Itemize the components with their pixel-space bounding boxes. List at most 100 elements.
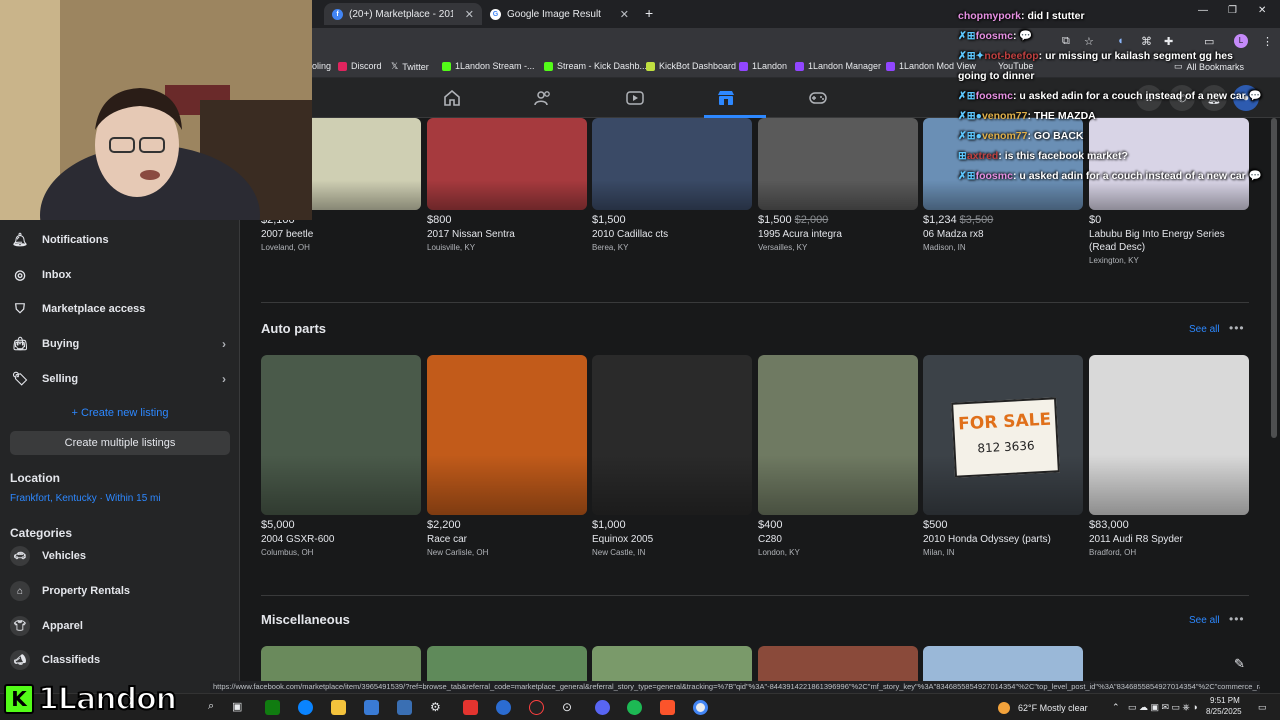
edge-icon[interactable] — [298, 700, 313, 715]
sidebar-item-inbox[interactable]: ◎ Inbox — [10, 260, 230, 290]
listing-card[interactable]: $1,000 Equinox 2005 New Castle, IN — [592, 355, 752, 557]
megaphone-icon: 📣︎ — [10, 650, 30, 670]
listing-card[interactable]: $800 2017 Nissan Sentra Louisville, KY — [427, 118, 587, 252]
listing-current-price: $0 — [1089, 214, 1102, 226]
tag-icon: 🏷︎ — [11, 371, 29, 386]
compose-icon[interactable]: ✎ — [1234, 656, 1252, 674]
listing-photo[interactable] — [758, 355, 918, 515]
task-view-icon[interactable]: ▣ — [232, 700, 247, 715]
brave-icon[interactable] — [660, 700, 675, 715]
listing-photo[interactable] — [1089, 355, 1249, 515]
sidebar-item-label: Marketplace access — [42, 303, 146, 315]
sidebar-item-selling[interactable]: 🏷︎ Selling › — [10, 364, 230, 394]
obs-icon[interactable] — [529, 700, 544, 715]
search-icon[interactable]: ⌕ — [208, 700, 223, 715]
close-tab-icon[interactable]: ✕ — [465, 8, 474, 21]
listing-photo[interactable] — [427, 646, 587, 686]
listing-photo[interactable] — [427, 355, 587, 515]
see-all-misc-link[interactable]: See all — [1189, 615, 1220, 626]
tray-chevron-icon[interactable]: ⌃ — [1112, 702, 1120, 713]
more-options-icon[interactable]: ••• — [1229, 321, 1245, 335]
bookmark-item[interactable]: 1Landon Manager — [795, 61, 881, 71]
location-filter-link[interactable]: Frankfort, Kentucky · Within 15 mi — [10, 493, 161, 504]
listing-title: 06 Madza rx8 — [923, 229, 984, 240]
bookmark-label: 1Landon Manager — [808, 61, 882, 71]
bookmark-item[interactable]: KickBot Dashboard — [646, 61, 736, 71]
page-scrollbar[interactable] — [1271, 118, 1277, 438]
listing-current-price: $1,000 — [592, 519, 626, 531]
more-options-icon[interactable]: ••• — [1229, 612, 1245, 626]
listing-card[interactable]: $83,000 2011 Audi R8 Spyder Bradford, OH — [1089, 355, 1249, 557]
create-new-listing-link[interactable]: + Create new listing — [10, 407, 230, 419]
sidebar-item-buying[interactable]: 👜︎ Buying › — [10, 329, 230, 359]
discord-icon[interactable] — [595, 700, 610, 715]
listing-photo[interactable] — [592, 118, 752, 210]
listing-card[interactable]: $1,500 2010 Cadillac cts Berea, KY — [592, 118, 752, 252]
bookmark-item[interactable]: oling — [312, 61, 331, 71]
new-tab-button[interactable]: + — [645, 5, 653, 21]
listing-photo[interactable] — [592, 646, 752, 686]
app-icon[interactable] — [496, 700, 511, 715]
bookmark-label: Discord — [351, 61, 382, 71]
gaming-icon[interactable] — [809, 90, 827, 106]
listing-photo[interactable] — [261, 355, 421, 515]
bookmark-item[interactable]: Stream - Kick Dashb... — [544, 61, 647, 71]
listing-photo[interactable] — [758, 118, 918, 210]
store-icon[interactable] — [364, 700, 379, 715]
tray-icons[interactable]: ▭ ☁ ▣ ✉ ▭ ⎈ ◑ — [1128, 702, 1198, 713]
clock-time[interactable]: 9:51 PM — [1210, 696, 1240, 705]
file-explorer-icon[interactable] — [331, 700, 346, 715]
create-multiple-listings-button[interactable]: Create multiple listings — [10, 431, 230, 455]
link-hover-status-bar: https://www.facebook.com/marketplace/ite… — [210, 681, 1260, 693]
category-apparel[interactable]: 👕︎ Apparel — [10, 613, 230, 639]
category-classifieds[interactable]: 📣︎ Classifieds — [10, 647, 230, 673]
tab-marketplace[interactable]: f (20+) Marketplace - 2011 BMW ✕ — [324, 3, 482, 25]
spotify-icon[interactable] — [627, 700, 642, 715]
bookmark-item[interactable]: 𝕏 Twitter — [391, 61, 429, 72]
listing-card[interactable]: $1,500 $2,000 1995 Acura integra Versailles… — [758, 118, 918, 252]
listing-photo[interactable] — [592, 355, 752, 515]
home-icon[interactable] — [443, 90, 461, 106]
listing-location: Bradford, OH — [1089, 548, 1137, 557]
listing-price: $1,500 — [592, 214, 752, 226]
close-tab-icon[interactable]: ✕ — [620, 8, 629, 21]
see-all-auto-parts-link[interactable]: See all — [1189, 324, 1220, 335]
clock-date[interactable]: 8/25/2025 — [1206, 707, 1242, 716]
bookmark-item[interactable]: Discord — [338, 61, 382, 71]
app-icon[interactable]: ⊙ — [562, 700, 577, 715]
sidebar-item-notifications[interactable]: 🔔︎ Notifications — [10, 225, 230, 255]
category-vehicles[interactable]: 🚗︎ Vehicles — [10, 543, 230, 569]
marketplace-icon[interactable] — [717, 90, 735, 106]
listing-card[interactable]: FOR SALE 812 3636 $500 2010 Honda Odyssey (… — [923, 355, 1083, 557]
video-icon[interactable] — [626, 90, 644, 106]
tab-google-image[interactable]: G Google Image Result ✕ — [482, 3, 637, 25]
listing-photo[interactable] — [758, 646, 918, 686]
friends-icon[interactable] — [534, 90, 552, 106]
bookmark-item[interactable]: 1Landon — [739, 61, 787, 71]
notification-center-icon[interactable]: ▭ — [1258, 702, 1267, 713]
xbox-icon[interactable] — [265, 700, 280, 715]
twitch-icon — [739, 61, 748, 71]
category-property-rentals[interactable]: ⌂ Property Rentals — [10, 578, 230, 604]
sidebar-item-marketplace-access[interactable]: ⛉ Marketplace access — [10, 294, 230, 324]
listing-title: 2010 Cadillac cts — [592, 229, 669, 240]
house-icon: ⌂ — [10, 581, 30, 601]
listing-card[interactable]: $2,200 Race car New Carlisle, OH — [427, 355, 587, 557]
listing-current-price: $400 — [758, 519, 783, 531]
listing-photo[interactable]: FOR SALE 812 3636 — [923, 355, 1083, 515]
settings-gear-icon[interactable]: ⚙ — [430, 700, 445, 715]
weather-text[interactable]: 62°F Mostly clear — [1018, 703, 1088, 713]
app-icon[interactable] — [463, 700, 478, 715]
sidebar-item-label: Inbox — [42, 269, 72, 281]
chrome-icon[interactable] — [693, 700, 708, 715]
bookmark-label: oling — [312, 61, 332, 71]
chat-message: ✗⊞foosmc: u asked adin for a couch inste… — [958, 166, 1263, 186]
listing-card[interactable]: $5,000 2004 GSXR-600 Columbus, OH — [261, 355, 421, 557]
listing-photo[interactable] — [427, 118, 587, 210]
listing-photo[interactable] — [923, 646, 1083, 686]
listing-card[interactable]: $400 C280 London, KY — [758, 355, 918, 557]
listing-photo[interactable] — [261, 646, 421, 686]
menu-kebab-icon[interactable]: ⋮ — [1262, 35, 1273, 48]
calculator-icon[interactable] — [397, 700, 412, 715]
bookmark-item[interactable]: 1Landon Stream -... — [442, 61, 535, 71]
